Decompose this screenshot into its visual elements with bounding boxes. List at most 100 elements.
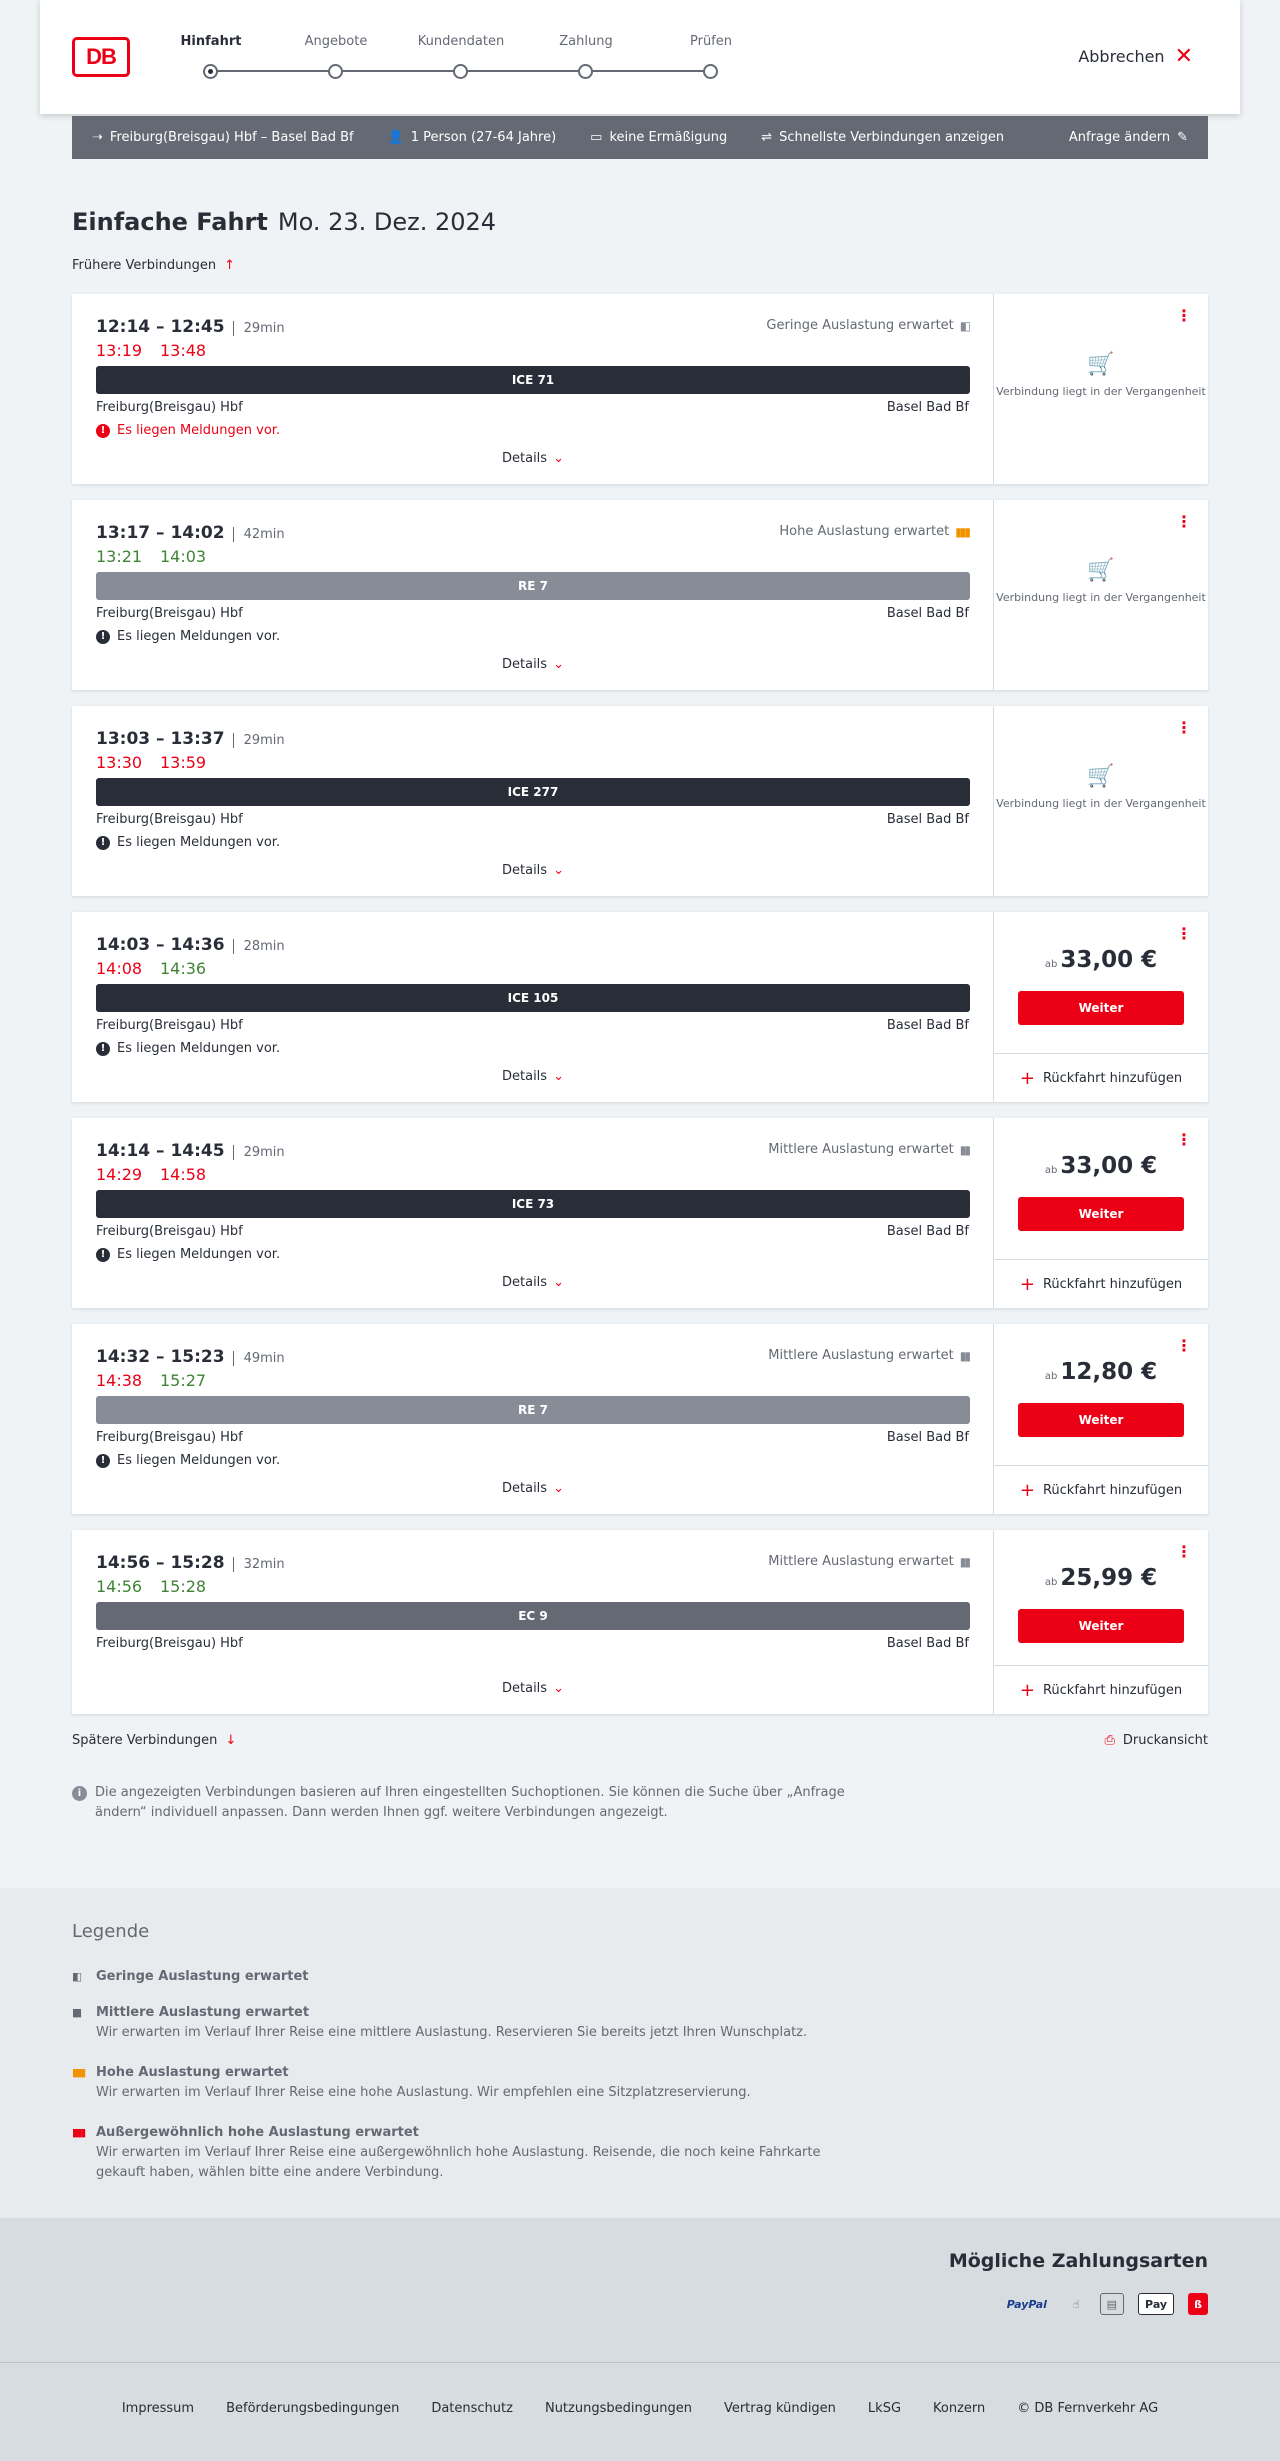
header: DB Hinfahrt Angebote Kundendaten Zahlung… — [40, 0, 1240, 114]
price: ab 25,99 € — [994, 1565, 1208, 1591]
details-toggle[interactable]: Details ⌄ — [72, 1275, 994, 1290]
planned-time: 12:14 – 12:45 — [96, 317, 225, 337]
add-return-button[interactable]: + Rückfahrt hinzufügen — [994, 1259, 1208, 1308]
booking-panel: ⋮ 🛒 Verbindung liegt in der Vergangenhei… — [994, 500, 1208, 690]
db-bonus-icon: ß — [1188, 2293, 1208, 2315]
connection-card[interactable]: 14:32 – 15:23 49min 14:38 15:27 Mittlere … — [72, 1324, 1208, 1514]
footer-links: Impressum Beförderungsbedingungen Datens… — [0, 2401, 1280, 2416]
fastest-toggle[interactable]: ⇌ Schnellste Verbindungen anzeigen — [761, 130, 1004, 145]
paypal-icon: PayPal — [1006, 2297, 1047, 2311]
notice-message: ! Es liegen Meldungen vor. — [96, 1041, 280, 1056]
past-notice: 🛒 Verbindung liegt in der Vergangenheit — [994, 764, 1208, 810]
footer-link-lksg[interactable]: LkSG — [868, 2401, 901, 2416]
footer-link-kuendigen[interactable]: Vertrag kündigen — [724, 2401, 836, 2416]
duration: 29min — [232, 733, 285, 748]
train-badge[interactable]: ICE 277 — [96, 778, 970, 806]
load-label: Mittlere Auslastung erwartet — [768, 1554, 954, 1569]
notice-message: ! Es liegen Meldungen vor. — [96, 423, 280, 438]
details-toggle[interactable]: Details ⌄ — [72, 451, 994, 466]
footer-link-konzern[interactable]: Konzern — [933, 2401, 985, 2416]
arrow-right-icon: ➝ — [92, 130, 103, 145]
alert-icon: ! — [96, 1041, 110, 1056]
db-logo[interactable]: DB — [72, 37, 130, 77]
earlier-label: Frühere Verbindungen — [72, 258, 217, 273]
train-badge[interactable]: ICE 71 — [96, 366, 970, 394]
notice-message: ! Es liegen Meldungen vor. — [96, 1453, 280, 1468]
connection-card[interactable]: 14:14 – 14:45 29min 14:29 14:58 Mittlere … — [72, 1118, 1208, 1308]
discount-summary[interactable]: ▭ keine Ermäßigung — [590, 130, 727, 145]
train-badge[interactable]: ICE 105 — [96, 984, 970, 1012]
destination-station: Basel Bad Bf — [886, 1636, 969, 1651]
price-prefix: ab — [1044, 959, 1058, 970]
printer-icon: ⎙ — [1104, 1733, 1115, 1748]
step-dot-angebote — [328, 64, 343, 79]
change-request-button[interactable]: Anfrage ändern ✎ — [1069, 130, 1188, 145]
schedule-times: 13:17 – 14:02 42min — [96, 523, 285, 543]
footer-link-impressum[interactable]: Impressum — [122, 2401, 194, 2416]
load-indicator: Mittlere Auslastung erwartet ▮▮ — [768, 1142, 971, 1157]
realtime-departure: 14:56 — [96, 1577, 143, 1596]
price-prefix: ab — [1044, 1577, 1058, 1588]
legend-label: Mittlere Auslastung erwartet — [96, 2005, 310, 2020]
connection-card[interactable]: 14:03 – 14:36 28min 14:08 14:36 ICE 105 F… — [72, 912, 1208, 1102]
footer-link-datenschutz[interactable]: Datenschutz — [431, 2401, 513, 2416]
alert-icon: ! — [96, 835, 110, 850]
train-badge[interactable]: EC 9 — [96, 1602, 970, 1630]
add-return-button[interactable]: + Rückfahrt hinzufügen — [994, 1665, 1208, 1714]
card-icon: ▭ — [590, 130, 603, 145]
booking-panel: ⋮ ab 12,80 € Weiter + Rückfahrt hinzufügen — [994, 1324, 1208, 1514]
legend-label: Außergewöhnlich hohe Auslastung erwartet — [96, 2125, 419, 2140]
origin-station: Freiburg(Breisgau) Hbf — [96, 1018, 243, 1033]
connection-card[interactable]: 14:56 – 15:28 32min 14:56 15:28 Mittlere … — [72, 1530, 1208, 1714]
realtime-arrival: 14:03 — [160, 547, 207, 566]
persons-summary[interactable]: 👤 1 Person (27-64 Jahre) — [388, 130, 557, 145]
more-options-icon[interactable]: ⋮ — [1176, 1542, 1192, 1561]
train-badge[interactable]: RE 7 — [96, 1396, 970, 1424]
step-zahlung: Zahlung — [559, 34, 613, 49]
load-label: Geringe Auslastung erwartet — [766, 318, 954, 333]
later-connections-link[interactable]: Spätere Verbindungen ↓ — [72, 1733, 236, 1748]
contactless-card-icon: ☝ — [1072, 2297, 1080, 2311]
more-options-icon[interactable]: ⋮ — [1176, 306, 1192, 325]
more-options-icon[interactable]: ⋮ — [1176, 718, 1192, 737]
chevron-down-icon: ⌄ — [553, 863, 564, 878]
load-icon: ▮▮ — [959, 1142, 971, 1157]
more-options-icon[interactable]: ⋮ — [1176, 512, 1192, 531]
footer-link-befoerderung[interactable]: Beförderungsbedingungen — [226, 2401, 399, 2416]
cancel-button[interactable]: Abbrechen ✕ — [1078, 45, 1193, 67]
connection-card[interactable]: 13:17 – 14:02 42min 13:21 14:03 Hohe Ausl… — [72, 500, 1208, 690]
origin-station: Freiburg(Breisgau) Hbf — [96, 1636, 243, 1651]
continue-button[interactable]: Weiter — [1018, 1197, 1184, 1231]
connection-card[interactable]: 12:14 – 12:45 29min 13:19 13:48 Geringe A… — [72, 294, 1208, 484]
chevron-down-icon: ⌄ — [553, 1069, 564, 1084]
connection-details: 14:03 – 14:36 28min 14:08 14:36 ICE 105 F… — [72, 912, 994, 1102]
more-options-icon[interactable]: ⋮ — [1176, 1336, 1192, 1355]
details-toggle[interactable]: Details ⌄ — [72, 657, 994, 672]
footer-link-nutzung[interactable]: Nutzungsbedingungen — [545, 2401, 692, 2416]
details-toggle[interactable]: Details ⌄ — [72, 1481, 994, 1496]
more-options-icon[interactable]: ⋮ — [1176, 924, 1192, 943]
route-summary[interactable]: ➝ Freiburg(Breisgau) Hbf – Basel Bad Bf — [92, 130, 354, 145]
details-toggle[interactable]: Details ⌄ — [72, 1681, 994, 1696]
load-icon: ▮▮ — [959, 1348, 971, 1363]
continue-button[interactable]: Weiter — [1018, 991, 1184, 1025]
details-toggle[interactable]: Details ⌄ — [72, 863, 994, 878]
print-view-link[interactable]: ⎙ Druckansicht — [1104, 1733, 1208, 1748]
step-dot-kundendaten — [453, 64, 468, 79]
search-summary-bar: ➝ Freiburg(Breisgau) Hbf – Basel Bad Bf 👤… — [72, 116, 1208, 159]
chevron-down-icon: ⌄ — [553, 1275, 564, 1290]
connection-card[interactable]: 13:03 – 13:37 29min 13:30 13:59 ICE 277 F… — [72, 706, 1208, 896]
payment-methods: PayPal ☝ ▤ Pay ß — [1001, 2293, 1208, 2315]
price-value: 33,00 € — [1060, 1153, 1158, 1179]
earlier-connections-link[interactable]: Frühere Verbindungen ↑ — [72, 258, 235, 273]
train-badge[interactable]: ICE 73 — [96, 1190, 970, 1218]
continue-button[interactable]: Weiter — [1018, 1403, 1184, 1437]
change-label: Anfrage ändern — [1068, 130, 1171, 145]
details-toggle[interactable]: Details ⌄ — [72, 1069, 994, 1084]
add-return-button[interactable]: + Rückfahrt hinzufügen — [994, 1465, 1208, 1514]
train-badge[interactable]: RE 7 — [96, 572, 970, 600]
continue-button[interactable]: Weiter — [1018, 1609, 1184, 1643]
add-return-button[interactable]: + Rückfahrt hinzufügen — [994, 1053, 1208, 1102]
more-options-icon[interactable]: ⋮ — [1176, 1130, 1192, 1149]
legend-desc: Wir erwarten im Verlauf Ihrer Reise eine… — [96, 2085, 751, 2100]
